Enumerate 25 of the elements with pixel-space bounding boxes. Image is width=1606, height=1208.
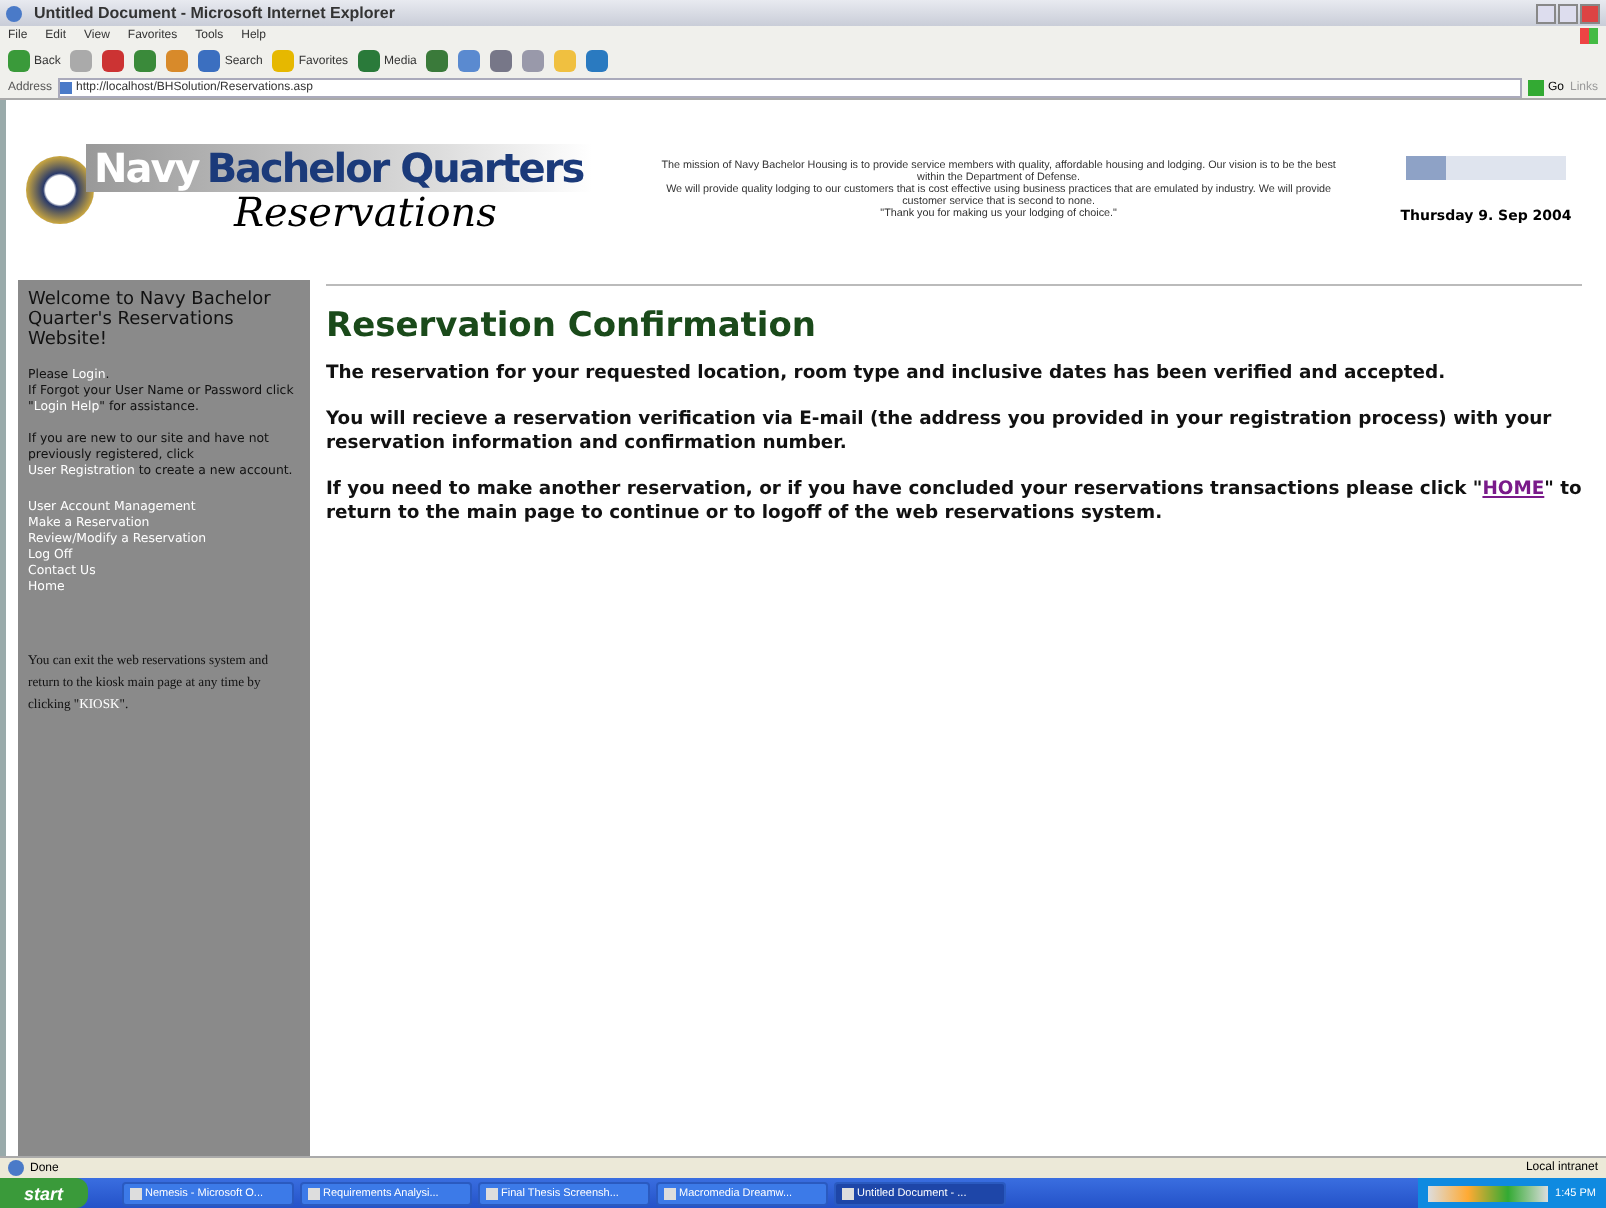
page-heading: Reservation Confirmation	[326, 306, 819, 346]
toolbar-icon[interactable]	[426, 50, 449, 72]
start-button[interactable]: start	[0, 1178, 88, 1208]
home-link[interactable]: HOME	[1482, 477, 1545, 500]
logo-script-text: Reservations	[234, 188, 499, 236]
toolbar-icon[interactable]	[490, 50, 513, 72]
toolbar-icon[interactable]	[522, 50, 545, 72]
content-paragraph: The reservation for your requested location, room type and inclusive dates has been verified and accepted.	[326, 362, 1448, 386]
maximize-button[interactable]	[1558, 3, 1578, 23]
tray-icons	[1427, 1185, 1548, 1201]
toolbar-icon[interactable]	[134, 50, 157, 72]
toolbar-icon[interactable]	[586, 50, 609, 72]
toolbar-icon[interactable]	[458, 50, 481, 72]
page-icon	[60, 82, 73, 94]
content-paragraph: If you need to make another reservation, or if you have concluded your reservations transactions please click "HOME" to return to the main page to continue or to logoff of the web reservations system.	[326, 477, 1582, 526]
emblem-icon	[26, 156, 94, 224]
minimize-button[interactable]	[1536, 3, 1556, 23]
welcome-heading: Welcome to Navy Bachelor Quarter's Reservations Website!	[28, 292, 273, 352]
toolbar-icon[interactable]	[70, 50, 93, 72]
close-button[interactable]	[1580, 3, 1600, 23]
browser-icon	[6, 5, 22, 21]
toolbar-icon[interactable]	[166, 50, 189, 72]
toolbar-icon[interactable]	[102, 50, 125, 72]
window-title: Untitled Document - Microsoft Internet Explorer	[34, 4, 397, 22]
content-paragraph: You will recieve a reservation verification via E-mail (the address you provided in your registration process) with your reservation information and confirmation number.	[326, 407, 1554, 456]
